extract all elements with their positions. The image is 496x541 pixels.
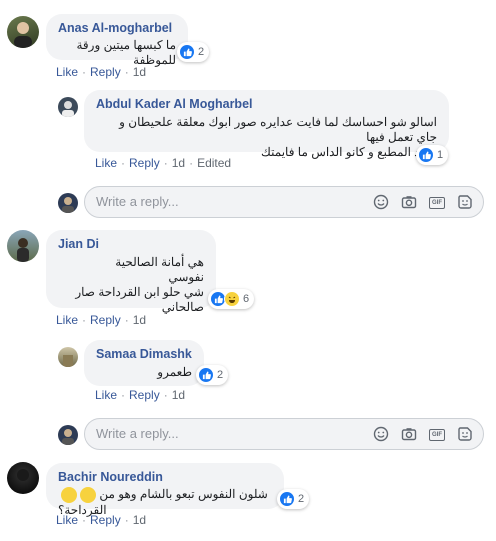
like-link[interactable]: Like — [95, 388, 117, 402]
like-link[interactable]: Like — [56, 313, 78, 327]
timestamp[interactable]: 1d — [133, 313, 146, 327]
reply-input[interactable]: Write a reply... GIF — [84, 186, 484, 218]
reply-bubble: Abdul Kader Al Mogharbel اسالو شو احساسك… — [84, 90, 449, 159]
comment-author[interactable]: Samaa Dimashk — [96, 347, 192, 361]
like-link[interactable]: Like — [56, 65, 78, 79]
camera-icon[interactable] — [401, 426, 417, 442]
avatar[interactable] — [58, 97, 78, 117]
reply-placeholder: Write a reply... — [96, 194, 179, 209]
reaction-number: 2 — [217, 369, 224, 381]
timestamp[interactable]: 1d — [133, 513, 146, 527]
comment-bubble: Jian Di هي أمانة الصالحية نفوسي شي حلو ا… — [46, 230, 216, 314]
face-icon — [80, 487, 96, 503]
like-link[interactable]: Like — [95, 156, 117, 170]
comment-author[interactable]: Abdul Kader Al Mogharbel — [96, 97, 437, 111]
avatar[interactable] — [58, 347, 78, 367]
timestamp[interactable]: 1d — [133, 65, 146, 79]
comment-actions: Like · Reply · 1d — [56, 65, 147, 79]
avatar-image — [62, 101, 74, 117]
timestamp[interactable]: 1d — [172, 388, 185, 402]
comment-text: ما كبسها ميتين ورقة للموظفة — [76, 38, 177, 67]
edited-label[interactable]: Edited — [197, 156, 231, 170]
comment-text: اسالو شو احساسك لما فايت عدايره صور ابوك… — [119, 115, 437, 144]
reply-link[interactable]: Reply — [129, 156, 160, 170]
comment-bubble: Anas Al-mogharbel ما كبسها ميتين ورقة لل… — [46, 14, 188, 67]
reaction-number: 1 — [437, 149, 444, 161]
avatar-image — [17, 238, 29, 262]
comment-actions: Like · Reply · 1d — [56, 313, 147, 327]
like-link[interactable]: Like — [56, 513, 78, 527]
like-icon — [418, 147, 434, 163]
avatar-image — [17, 469, 29, 481]
reaction-count[interactable]: 6 — [208, 289, 255, 309]
comment-text: نفوسي — [168, 270, 204, 284]
reaction-number: 2 — [298, 493, 305, 505]
reaction-count[interactable]: 1 — [416, 145, 449, 165]
reaction-count[interactable]: 2 — [196, 365, 229, 385]
reply-input[interactable]: Write a reply... GIF — [84, 418, 484, 450]
avatar[interactable] — [7, 462, 39, 494]
comment-text: طعمرو — [157, 365, 192, 379]
avatar-image — [63, 355, 73, 367]
avatar[interactable] — [7, 230, 39, 262]
avatar-image — [62, 429, 74, 445]
smiley-icon[interactable] — [373, 194, 389, 210]
reaction-number: 6 — [243, 293, 250, 305]
comment-actions: Like · Reply · 1d — [56, 513, 147, 527]
comment-author[interactable]: Anas Al-mogharbel — [58, 21, 176, 35]
comment-bubble: Bachir Noureddin شلون النفوس تبعو بالشام… — [46, 463, 284, 517]
smiley-icon[interactable] — [373, 426, 389, 442]
comment-author[interactable]: Bachir Noureddin — [58, 470, 272, 484]
avatar — [58, 425, 78, 445]
reply-link[interactable]: Reply — [90, 313, 121, 327]
avatar-image — [62, 197, 74, 213]
gif-icon[interactable]: GIF — [429, 194, 445, 210]
reaction-count[interactable]: 2 — [277, 489, 310, 509]
avatar[interactable] — [7, 16, 39, 48]
comment-actions: Like · Reply · 1d · Edited — [95, 156, 232, 170]
reply-link[interactable]: Reply — [90, 513, 121, 527]
reaction-count[interactable]: 2 — [177, 42, 210, 62]
reply-placeholder: Write a reply... — [96, 426, 179, 441]
reaction-number: 2 — [198, 46, 205, 58]
reply-link[interactable]: Reply — [129, 388, 160, 402]
like-icon — [179, 44, 195, 60]
sticker-icon[interactable] — [457, 426, 473, 442]
like-icon — [279, 491, 295, 507]
sticker-icon[interactable] — [457, 194, 473, 210]
reply-link[interactable]: Reply — [90, 65, 121, 79]
gif-icon[interactable]: GIF — [429, 426, 445, 442]
comment-text: هي أمانة الصالحية — [115, 255, 204, 269]
camera-icon[interactable] — [401, 194, 417, 210]
timestamp[interactable]: 1d — [172, 156, 185, 170]
like-icon — [198, 367, 214, 383]
haha-icon — [224, 291, 240, 307]
face-icon — [61, 487, 77, 503]
avatar-image — [14, 22, 32, 48]
comment-author[interactable]: Jian Di — [58, 237, 204, 251]
reply-bubble: Samaa Dimashk طعمرو — [84, 340, 204, 386]
comment-actions: Like · Reply · 1d — [95, 388, 186, 402]
comment-text: شي حلو ابن القرداحة صار صالحاني — [75, 285, 204, 314]
avatar — [58, 193, 78, 213]
